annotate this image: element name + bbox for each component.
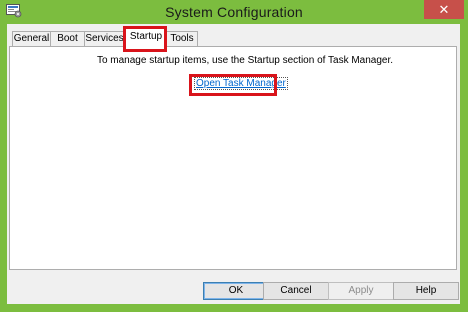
tab-boot[interactable]: Boot [50,31,85,46]
startup-tab-panel: To manage startup items, use the Startup… [9,46,457,270]
startup-message: To manage startup items, use the Startup… [96,55,394,66]
close-button[interactable]: ✕ [424,0,464,19]
tab-general[interactable]: General [12,31,51,46]
window-title: System Configuration [165,4,303,20]
close-icon: ✕ [438,1,450,17]
cancel-button[interactable]: Cancel [263,282,329,300]
system-configuration-window: System Configuration ✕ General Boot Serv… [0,0,468,312]
tab-tools[interactable]: Tools [166,31,198,46]
apply-button: Apply [328,282,394,300]
help-button[interactable]: Help [393,282,459,300]
tab-services[interactable]: Services [84,31,125,46]
tab-startup[interactable]: Startup [125,27,167,48]
dialog-client-area: General Boot Services Startup Tools To m… [7,24,460,304]
open-task-manager-link[interactable]: Open Task Manager [194,77,288,90]
ok-button[interactable]: OK [203,282,269,300]
title-bar[interactable]: System Configuration ✕ [0,0,468,24]
tab-strip: General Boot Services Startup Tools [7,24,460,48]
